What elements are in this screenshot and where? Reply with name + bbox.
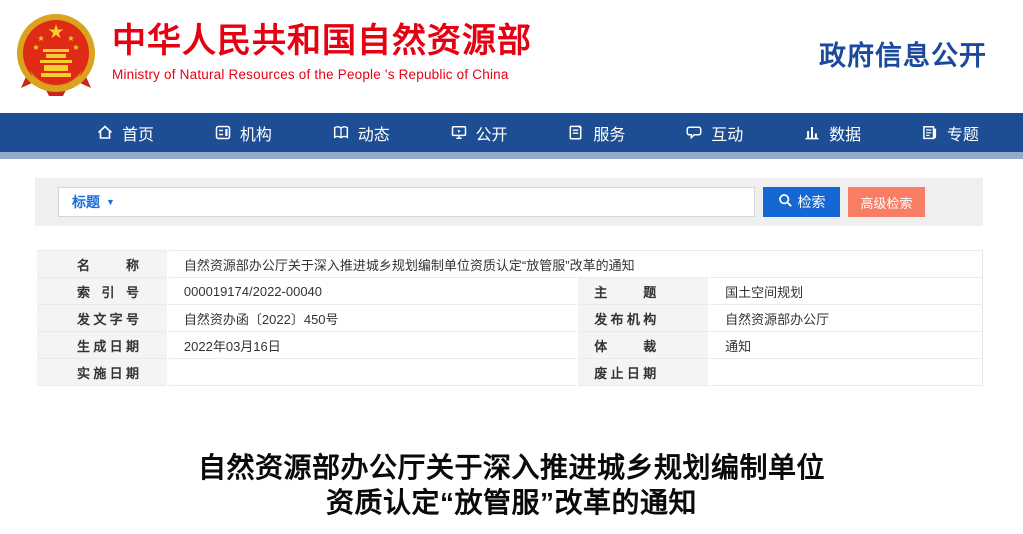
meta-label-effective-date: 实施日期	[36, 359, 168, 386]
service-icon	[567, 124, 585, 141]
nav-item-label: 数据	[829, 121, 861, 145]
national-emblem-logo[interactable]: ★ ★ ★ ★ ★	[16, 12, 96, 98]
nav-item-label: 服务	[593, 121, 625, 145]
site-header: ★ ★ ★ ★ ★ 中华人民共和国自然资源部 Ministry of Natur…	[0, 0, 1023, 113]
nav-accent-strip	[0, 152, 1023, 159]
svg-text:★: ★	[67, 34, 74, 43]
meta-value-issuing-agency: 自然资源部办公厅	[709, 305, 982, 332]
table-row: 生成日期 2022年03月16日 体裁 通知	[36, 332, 983, 359]
meta-label-doc-number: 发文字号	[36, 305, 168, 332]
table-row: 实施日期 废止日期	[36, 359, 983, 386]
disclosure-icon	[450, 124, 468, 141]
meta-label-genre: 体裁	[577, 332, 709, 359]
meta-value-genre: 通知	[709, 332, 982, 359]
gov-info-disclosure-title[interactable]: 政府信息公开	[819, 34, 987, 73]
national-emblem-icon: ★ ★ ★ ★ ★	[16, 12, 96, 98]
nav-item-label: 动态	[358, 121, 390, 145]
site-subtitle: Ministry of Natural Resources of the Peo…	[112, 67, 532, 82]
search-bar: 标题 ▼ 检索 高级检索	[35, 178, 983, 226]
main-nav: 首页 机构 动态 公开 服务 互动 数据	[0, 113, 1023, 152]
svg-text:★: ★	[72, 43, 79, 52]
site-title: 中华人民共和国自然资源部	[112, 22, 532, 60]
meta-label-name: 名称	[36, 251, 168, 278]
page-title: 自然资源部办公厅关于深入推进城乡规划编制单位资质认定“放管服”改革的通知	[184, 450, 839, 520]
advanced-search-button[interactable]: 高级检索	[848, 187, 925, 217]
nav-item-label: 机构	[240, 121, 272, 145]
meta-value-subject: 国土空间规划	[709, 278, 982, 305]
advanced-search-label: 高级检索	[860, 193, 912, 212]
nav-item-label: 首页	[122, 121, 154, 145]
news-icon	[332, 124, 350, 141]
meta-value-effective-date	[168, 359, 577, 386]
field-type-label: 标题	[72, 192, 100, 212]
nav-item-data[interactable]: 数据	[803, 121, 861, 145]
nav-item-label: 公开	[476, 121, 508, 145]
meta-value-create-date: 2022年03月16日	[168, 332, 577, 359]
nav-item-organization[interactable]: 机构	[214, 121, 272, 145]
meta-label-create-date: 生成日期	[36, 332, 168, 359]
meta-value-doc-number: 自然资办函〔2022〕450号	[168, 305, 577, 332]
meta-label-index-number: 索引号	[36, 278, 168, 305]
nav-item-service[interactable]: 服务	[567, 121, 625, 145]
meta-value-index-number: 000019174/2022-00040	[168, 278, 577, 305]
search-icon	[778, 193, 793, 211]
svg-text:★: ★	[47, 22, 64, 43]
meta-label-repeal-date: 废止日期	[577, 359, 709, 386]
meta-label-subject: 主题	[577, 278, 709, 305]
svg-text:★: ★	[37, 34, 44, 43]
meta-label-issuing-agency: 发布机构	[577, 305, 709, 332]
home-icon	[96, 124, 114, 141]
topics-icon	[921, 124, 939, 141]
site-brand: 中华人民共和国自然资源部 Ministry of Natural Resourc…	[112, 22, 532, 82]
nav-item-disclosure[interactable]: 公开	[450, 121, 508, 145]
nav-item-news[interactable]: 动态	[332, 121, 390, 145]
table-row: 发文字号 自然资办函〔2022〕450号 发布机构 自然资源部办公厅	[36, 305, 983, 332]
table-row: 索引号 000019174/2022-00040 主题 国土空间规划	[36, 278, 983, 305]
interaction-icon	[685, 124, 703, 141]
meta-value-repeal-date	[709, 359, 982, 386]
data-icon	[803, 124, 821, 141]
search-input[interactable]: 标题 ▼	[58, 187, 755, 217]
meta-value-name: 自然资源部办公厅关于深入推进城乡规划编制单位资质认定“放管服”改革的通知	[168, 251, 983, 278]
nav-item-topics[interactable]: 专题	[921, 121, 979, 145]
organization-icon	[214, 124, 232, 141]
nav-item-home[interactable]: 首页	[96, 121, 154, 145]
nav-item-interaction[interactable]: 互动	[685, 121, 743, 145]
field-type-dropdown[interactable]: 标题 ▼	[72, 192, 115, 212]
search-button[interactable]: 检索	[763, 187, 840, 217]
nav-item-label: 专题	[947, 121, 979, 145]
nav-item-label: 互动	[711, 121, 743, 145]
chevron-down-icon: ▼	[106, 198, 115, 207]
svg-text:★: ★	[32, 43, 39, 52]
search-button-label: 检索	[798, 192, 826, 212]
table-row: 名称 自然资源部办公厅关于深入推进城乡规划编制单位资质认定“放管服”改革的通知	[36, 251, 983, 278]
document-meta-table: 名称 自然资源部办公厅关于深入推进城乡规划编制单位资质认定“放管服”改革的通知 …	[35, 250, 983, 386]
